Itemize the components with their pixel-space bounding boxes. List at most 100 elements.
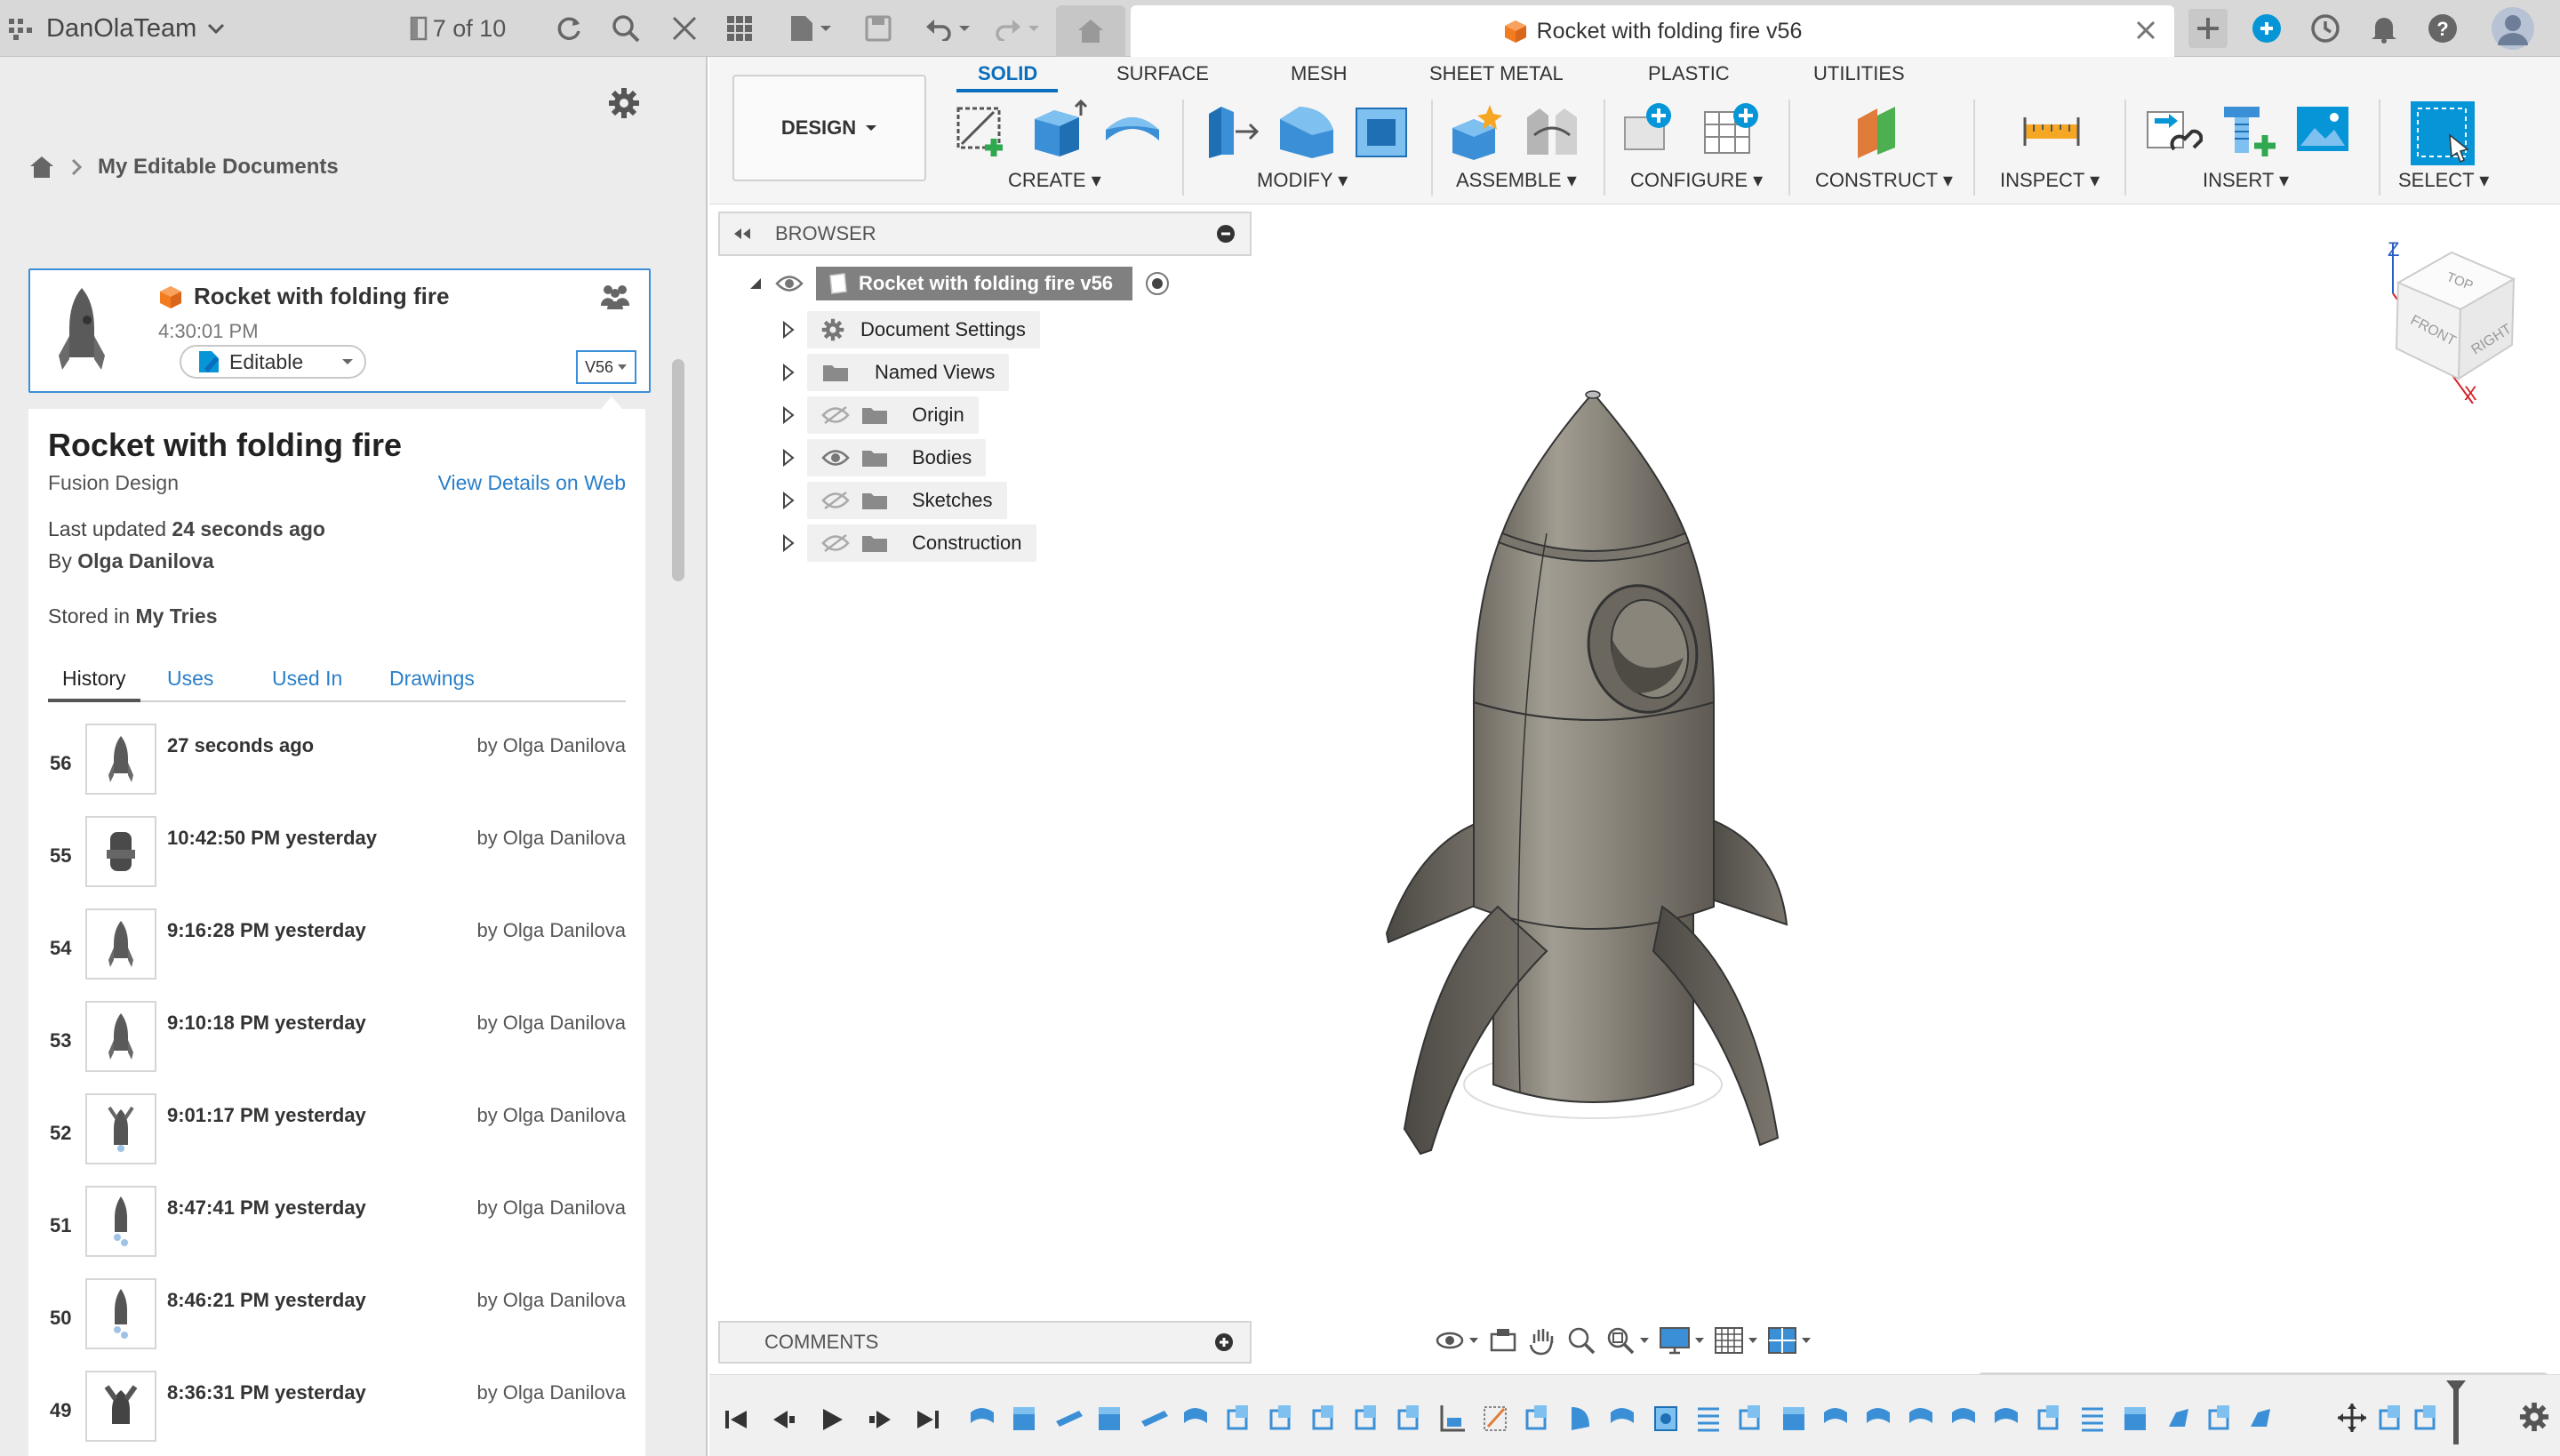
view-details-link[interactable]: View Details on Web <box>438 471 626 495</box>
tab-plastic[interactable]: PLASTIC <box>1648 62 1730 85</box>
file-menu-button[interactable] <box>782 9 839 48</box>
user-avatar[interactable] <box>2489 7 2537 50</box>
go-to-start-button[interactable] <box>724 1407 748 1432</box>
configure-button[interactable] <box>1621 100 1682 160</box>
workspace-switcher[interactable]: DESIGN <box>732 75 926 181</box>
help-button[interactable]: ? <box>2425 9 2460 48</box>
tab-uses[interactable]: Uses <box>167 667 213 691</box>
extrude-button[interactable] <box>1028 100 1088 160</box>
eye-hidden-icon[interactable] <box>821 533 850 553</box>
timeline-settings-button[interactable] <box>2519 1402 2549 1432</box>
inspect-menu[interactable]: INSPECT ▾ <box>2000 169 2100 192</box>
radio-active-icon[interactable] <box>1145 271 1170 296</box>
collapse-browser-icon[interactable] <box>732 227 752 241</box>
zoom-window-button[interactable] <box>1605 1325 1650 1356</box>
browser-header[interactable]: BROWSER <box>718 212 1252 256</box>
create-menu[interactable]: CREATE ▾ <box>1008 169 1101 192</box>
expand-triangle-icon[interactable] <box>782 406 795 424</box>
configuration-table-button[interactable] <box>1701 100 1762 160</box>
timeline-tail-features[interactable] <box>2377 1402 2448 1434</box>
play-button[interactable] <box>820 1407 844 1432</box>
browser-root-row[interactable]: Rocket with folding fire v56 <box>748 267 1170 300</box>
zoom-button[interactable] <box>1566 1325 1596 1356</box>
fillet-button[interactable] <box>1276 100 1337 160</box>
select-button[interactable] <box>2409 100 2476 167</box>
comments-panel[interactable]: COMMENTS <box>718 1321 1252 1364</box>
timeline-features[interactable] <box>967 1400 2274 1439</box>
grid-settings-button[interactable] <box>1714 1326 1758 1355</box>
go-to-end-button[interactable] <box>916 1407 940 1432</box>
history-row[interactable]: 49 8:36:31 PM yesterday by Olga Danilova <box>28 1371 645 1456</box>
expand-triangle-icon[interactable] <box>782 364 795 381</box>
create-sketch-button[interactable] <box>953 100 1013 160</box>
tab-utilities[interactable]: UTILITIES <box>1813 62 1905 85</box>
version-counter[interactable]: 7 of 10 <box>402 9 514 48</box>
orbit-button[interactable] <box>1435 1325 1479 1356</box>
press-pull-button[interactable] <box>1202 100 1262 160</box>
display-settings-button[interactable] <box>1659 1326 1705 1355</box>
expand-triangle-icon[interactable] <box>782 492 795 509</box>
measure-button[interactable] <box>2021 100 2082 160</box>
history-row[interactable]: 53 9:10:18 PM yesterday by Olga Danilova <box>28 1001 645 1093</box>
search-button[interactable] <box>606 9 645 48</box>
tab-drawings[interactable]: Drawings <box>389 667 475 691</box>
timeline-move-feature-icon[interactable] <box>2336 1402 2368 1434</box>
browser-item-construction[interactable]: Construction <box>782 524 1036 562</box>
revolve-button[interactable] <box>1102 100 1163 160</box>
pan-button[interactable] <box>1527 1325 1557 1356</box>
step-forward-button[interactable] <box>868 1407 892 1432</box>
tab-sheet-metal[interactable]: SHEET METAL <box>1429 62 1564 85</box>
step-back-button[interactable] <box>772 1407 796 1432</box>
view-cube[interactable]: Z X TOP FRONT RIGHT <box>2375 235 2535 404</box>
insert-mcmaster-button[interactable] <box>2219 100 2279 160</box>
history-row[interactable]: 55 10:42:50 PM yesterday by Olga Danilov… <box>28 816 645 908</box>
select-menu[interactable]: SELECT ▾ <box>2398 169 2489 192</box>
browser-item-origin[interactable]: Origin <box>782 396 979 434</box>
rocket-model[interactable] <box>1369 382 1796 1164</box>
history-row[interactable]: 56 27 seconds ago by Olga Danilova <box>28 724 645 816</box>
undo-button[interactable] <box>921 9 974 48</box>
look-at-button[interactable] <box>1488 1325 1518 1356</box>
history-row[interactable]: 50 8:46:21 PM yesterday by Olga Danilova <box>28 1278 645 1371</box>
data-panel-button[interactable] <box>720 9 759 48</box>
timeline-marker[interactable] <box>2453 1388 2459 1444</box>
expand-triangle-icon[interactable] <box>782 449 795 467</box>
collapse-triangle-icon[interactable] <box>748 276 763 291</box>
tab-surface[interactable]: SURFACE <box>1116 62 1209 85</box>
editable-status-dropdown[interactable]: Editable <box>180 345 366 379</box>
expand-triangle-icon[interactable] <box>782 321 795 339</box>
insert-canvas-button[interactable] <box>2293 100 2354 160</box>
team-switcher[interactable]: DanOlaTeam <box>9 9 249 48</box>
tab-history[interactable]: History <box>48 667 140 702</box>
close-panel-button[interactable] <box>665 9 704 48</box>
shell-button[interactable] <box>1351 100 1412 160</box>
insert-derive-button[interactable] <box>2142 100 2203 160</box>
save-button[interactable] <box>859 9 898 48</box>
modify-menu[interactable]: MODIFY ▾ <box>1257 169 1348 192</box>
eye-hidden-icon[interactable] <box>821 405 850 425</box>
document-card[interactable]: Rocket with folding fire 4:30:01 PM Edit… <box>28 268 651 393</box>
document-tab[interactable]: Rocket with folding fire v56 <box>1131 5 2174 57</box>
construct-menu[interactable]: CONSTRUCT ▾ <box>1815 169 1953 192</box>
home-tab[interactable] <box>1056 5 1125 57</box>
browser-item-bodies[interactable]: Bodies <box>782 439 987 476</box>
expand-triangle-icon[interactable] <box>782 534 795 552</box>
new-tab-button[interactable] <box>2188 9 2228 48</box>
browser-item-named-views[interactable]: Named Views <box>782 354 1010 391</box>
new-component-button[interactable] <box>1447 100 1508 160</box>
share-people-button[interactable] <box>599 283 631 309</box>
tab-solid[interactable]: SOLID <box>978 62 1037 85</box>
tab-mesh[interactable]: MESH <box>1291 62 1348 85</box>
eye-hidden-icon[interactable] <box>821 491 850 510</box>
browser-item-document-settings[interactable]: Document Settings <box>782 311 1040 348</box>
extensions-button[interactable] <box>2249 9 2284 48</box>
viewports-button[interactable] <box>1767 1326 1812 1355</box>
insert-menu[interactable]: INSERT ▾ <box>2203 169 2289 192</box>
offset-plane-button[interactable] <box>1851 100 1911 160</box>
refresh-button[interactable] <box>549 9 588 48</box>
redo-button[interactable] <box>990 9 1044 48</box>
notifications-button[interactable] <box>2366 9 2402 48</box>
timeline-marker-handle[interactable] <box>2446 1380 2466 1393</box>
browser-root-label[interactable]: Rocket with folding fire v56 <box>816 267 1133 300</box>
job-status-button[interactable] <box>2308 9 2343 48</box>
